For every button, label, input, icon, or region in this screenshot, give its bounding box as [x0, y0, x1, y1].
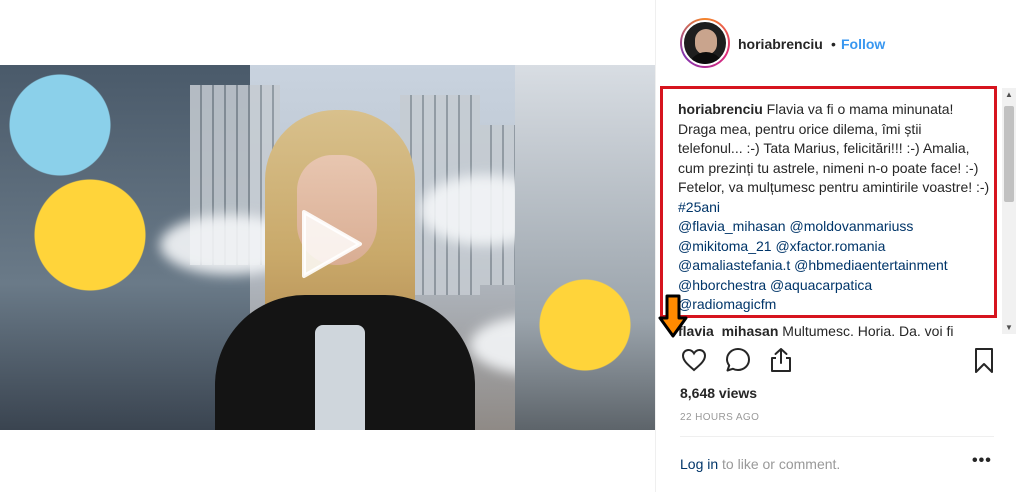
- hashtag-link[interactable]: #25ani: [678, 199, 720, 215]
- action-bar: [656, 338, 1016, 382]
- mention-link[interactable]: @hbmediaentertainment: [794, 257, 948, 273]
- login-link[interactable]: Log in: [680, 456, 718, 472]
- share-icon[interactable]: [767, 346, 795, 374]
- avatar[interactable]: [680, 18, 730, 68]
- mention-link[interactable]: @radiomagicfm: [678, 296, 776, 312]
- post-header: horiabrenciu • Follow: [656, 0, 1016, 90]
- scroll-up-icon[interactable]: ▲: [1005, 90, 1013, 99]
- post-caption: horiabrenciu Flavia va fi o mama minunat…: [678, 100, 990, 315]
- post-sidebar: horiabrenciu • Follow horiabrenciu Flavi…: [655, 0, 1016, 492]
- comment-item: flavia_mihasan Mulțumesc, Horia. Da, voi…: [678, 322, 998, 336]
- mention-link[interactable]: @hborchestra: [678, 277, 766, 293]
- mention-link[interactable]: @mikitoma_21: [678, 238, 772, 254]
- mention-link[interactable]: @amaliastefania.t: [678, 257, 790, 273]
- scrollbar-thumb[interactable]: [1004, 106, 1014, 202]
- login-text: to like or comment.: [718, 456, 841, 472]
- mention-link[interactable]: @xfactor.romania: [775, 238, 885, 254]
- scroll-down-icon[interactable]: ▼: [1005, 323, 1013, 332]
- mention-link[interactable]: @moldovanmariuss: [790, 218, 914, 234]
- more-options-button[interactable]: •••: [972, 452, 992, 470]
- bookmark-icon[interactable]: [970, 346, 998, 374]
- follow-button[interactable]: Follow: [841, 36, 885, 52]
- caption-username[interactable]: horiabrenciu: [678, 101, 763, 117]
- video-backdrop-right: [515, 65, 655, 430]
- login-prompt: Log in to like or comment.: [680, 456, 840, 472]
- username-link[interactable]: horiabrenciu: [738, 36, 823, 52]
- heart-icon[interactable]: [680, 346, 708, 374]
- comments-scrollbar[interactable]: ▲ ▼: [1002, 88, 1016, 334]
- play-icon[interactable]: [298, 208, 364, 280]
- separator-dot: •: [831, 36, 836, 52]
- comment-text: Mulțumesc, Horia. Da, voi fi: [778, 323, 954, 336]
- down-arrow-icon: [658, 294, 688, 338]
- mention-link[interactable]: @flavia_mihasan: [678, 218, 786, 234]
- mention-link[interactable]: @aquacarpatica: [770, 277, 872, 293]
- comment-icon[interactable]: [724, 346, 752, 374]
- divider: [680, 436, 994, 437]
- post-timestamp[interactable]: 22 HOURS AGO: [680, 412, 759, 423]
- comment-username[interactable]: flavia_mihasan: [678, 323, 778, 336]
- post-media: [0, 0, 655, 492]
- view-count[interactable]: 8,648 views: [680, 385, 757, 401]
